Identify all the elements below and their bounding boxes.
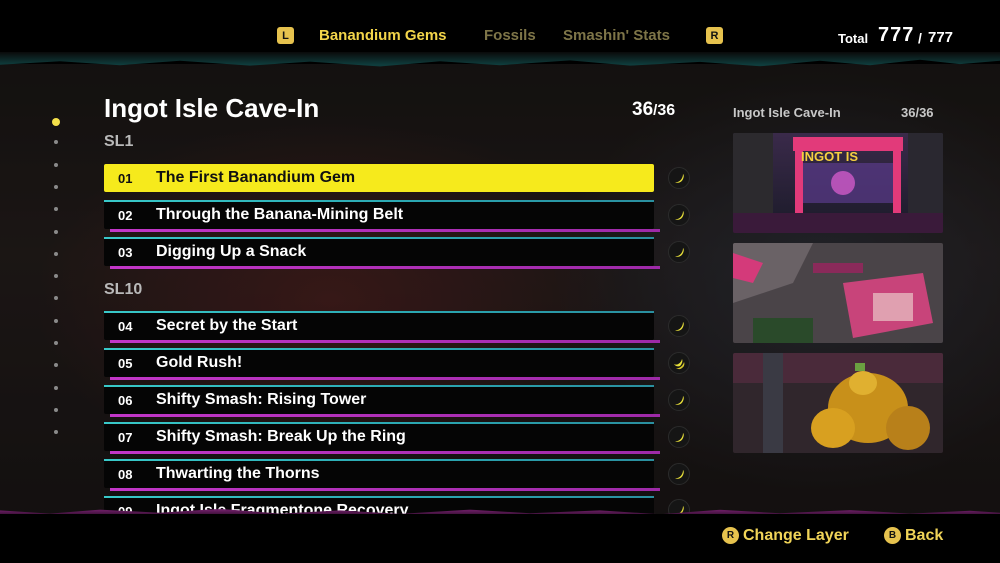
gem-name: Thwarting the Thorns bbox=[156, 465, 320, 482]
banana-icon bbox=[668, 463, 690, 485]
progress-dot bbox=[54, 385, 58, 390]
progress-dot bbox=[54, 318, 58, 323]
row-edge-top bbox=[104, 422, 654, 424]
b-button-icon[interactable]: B bbox=[884, 527, 901, 544]
gem-row-06[interactable]: 06 Shifty Smash: Rising Tower bbox=[104, 385, 660, 417]
gem-row-01[interactable]: 01 The First Banandium Gem bbox=[104, 164, 654, 192]
gem-number: 07 bbox=[118, 430, 133, 445]
progress-dot bbox=[54, 341, 58, 345]
gem-name: Digging Up a Snack bbox=[156, 243, 307, 260]
bottom-bar bbox=[0, 514, 1000, 563]
row-edge-bottom bbox=[110, 266, 660, 269]
gate-sign-text: INGOT IS bbox=[801, 149, 858, 164]
section-label-sl1: SL1 bbox=[104, 133, 134, 150]
banana-icon bbox=[668, 389, 690, 411]
row-edge-top bbox=[104, 459, 654, 461]
banana-icon bbox=[668, 426, 690, 448]
row-edge-top bbox=[104, 200, 654, 202]
area-collected: 36 bbox=[632, 99, 654, 120]
row-edge-top bbox=[104, 237, 654, 239]
progress-dot bbox=[54, 274, 58, 279]
gem-row-07[interactable]: 07 Shifty Smash: Break Up the Ring bbox=[104, 422, 660, 454]
r-stick-button-icon[interactable]: R bbox=[722, 527, 739, 544]
gem-number: 03 bbox=[118, 245, 133, 260]
progress-dot bbox=[54, 363, 58, 368]
progress-dot bbox=[54, 251, 58, 256]
back-button[interactable]: Back bbox=[905, 527, 943, 545]
progress-dot bbox=[54, 184, 58, 189]
progress-dot bbox=[54, 296, 58, 301]
banana-icon bbox=[668, 315, 690, 337]
progress-dot bbox=[54, 407, 58, 412]
gem-number: 01 bbox=[118, 171, 133, 186]
row-edge-top bbox=[104, 385, 654, 387]
progress-dot bbox=[54, 229, 58, 234]
gem-name: Through the Banana-Mining Belt bbox=[156, 206, 404, 223]
progress-dot bbox=[54, 430, 58, 435]
gem-row-08[interactable]: 08 Thwarting the Thorns bbox=[104, 459, 660, 491]
progress-dot bbox=[54, 162, 58, 167]
gem-number: 08 bbox=[118, 467, 133, 482]
area-progress-dots bbox=[52, 118, 60, 463]
gem-name: Secret by the Start bbox=[156, 317, 298, 334]
gem-name: Shifty Smash: Rising Tower bbox=[156, 391, 367, 408]
gem-number: 02 bbox=[118, 208, 133, 223]
tab-banandium-gems[interactable]: Banandium Gems bbox=[319, 27, 447, 44]
progress-dot bbox=[54, 207, 58, 212]
row-edge-bottom bbox=[110, 414, 660, 417]
row-edge-top bbox=[104, 311, 654, 313]
gem-name: Gold Rush! bbox=[156, 354, 243, 371]
gem-number: 06 bbox=[118, 393, 133, 408]
gem-row-02[interactable]: 02 Through the Banana-Mining Belt bbox=[104, 200, 660, 232]
tab-fossils[interactable]: Fossils bbox=[484, 27, 536, 44]
section-label-sl10: SL10 bbox=[104, 281, 143, 298]
preview-count: 36/36 bbox=[901, 105, 934, 120]
golden-statue-thumbnail bbox=[733, 353, 943, 453]
gem-number: 05 bbox=[118, 356, 133, 371]
gem-number: 04 bbox=[118, 319, 133, 334]
progress-dot-active bbox=[52, 118, 60, 126]
area-max: 36 bbox=[657, 102, 676, 119]
r-button-icon[interactable]: R bbox=[706, 27, 723, 44]
row-edge-bottom bbox=[110, 229, 660, 232]
row-edge-bottom bbox=[110, 340, 660, 343]
ingot-isle-gate-thumbnail: INGOT IS bbox=[733, 133, 943, 233]
gem-name: The First Banandium Gem bbox=[156, 169, 356, 186]
row-edge-bottom bbox=[110, 451, 660, 454]
area-gem-count: 36/36 bbox=[632, 99, 675, 121]
change-layer-button[interactable]: Change Layer bbox=[743, 527, 849, 545]
l-button-icon[interactable]: L bbox=[277, 27, 294, 44]
total-label: Total bbox=[838, 31, 869, 46]
gem-row-05[interactable]: 05 Gold Rush! bbox=[104, 348, 660, 380]
preview-title: Ingot Isle Cave-In bbox=[733, 105, 841, 120]
gem-row-04[interactable]: 04 Secret by the Start bbox=[104, 311, 660, 343]
progress-dot bbox=[54, 140, 58, 145]
banana-icon bbox=[668, 204, 690, 226]
total-max: 777 bbox=[928, 29, 954, 46]
banana-bunch-icon bbox=[668, 352, 690, 374]
banana-icon bbox=[668, 241, 690, 263]
banana-icon bbox=[668, 167, 690, 189]
total-collected: 777 bbox=[878, 24, 915, 46]
tab-smashin-stats[interactable]: Smashin' Stats bbox=[563, 27, 670, 44]
row-edge-bottom bbox=[110, 488, 660, 491]
gem-name: Shifty Smash: Break Up the Ring bbox=[156, 428, 406, 445]
row-edge-top bbox=[104, 496, 654, 498]
mining-platform-thumbnail bbox=[733, 243, 943, 343]
total-separator: / bbox=[918, 30, 922, 46]
row-edge-bottom bbox=[110, 377, 660, 380]
gem-row-03[interactable]: 03 Digging Up a Snack bbox=[104, 237, 660, 269]
row-edge-top bbox=[104, 348, 654, 350]
area-title: Ingot Isle Cave-In bbox=[104, 93, 320, 123]
